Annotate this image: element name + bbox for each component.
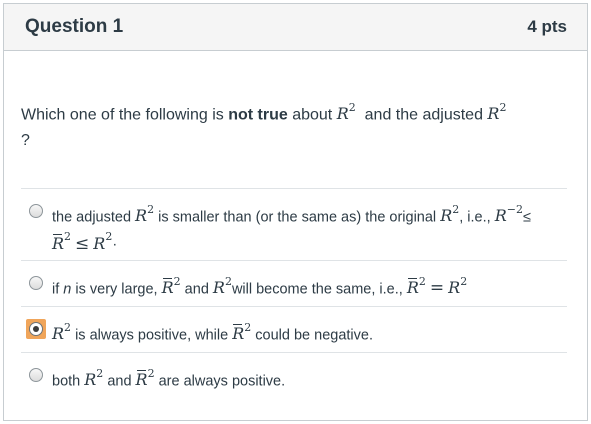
radio-button[interactable] xyxy=(29,204,43,218)
math-r-squared: R2 xyxy=(93,230,113,253)
question-text: Which one of the following is not true a… xyxy=(21,101,507,150)
math-r-squared: R2 xyxy=(487,101,507,124)
math-r-squared: R2 xyxy=(52,321,72,344)
radio-button[interactable] xyxy=(29,276,43,290)
math-r-bar-squared: R2 xyxy=(406,275,426,298)
math-r-neg-two: R−2 xyxy=(494,203,523,226)
answer-list: the adjusted R2 is smaller than (or the … xyxy=(21,188,567,398)
math-r-squared: R2 xyxy=(336,101,356,124)
question-title: Question 1 xyxy=(25,16,124,37)
math-r-squared: R2 xyxy=(440,203,460,226)
question-mark: ? xyxy=(21,132,30,150)
math-r-bar-squared: R2 xyxy=(52,230,72,253)
emphasis-not-true: not true xyxy=(228,106,288,124)
math-r-squared: R2 xyxy=(135,203,155,226)
radio-button[interactable] xyxy=(29,368,43,382)
math-r-squared: R2 xyxy=(212,275,232,298)
math-r-squared: R2 xyxy=(84,367,104,390)
answer-option-2[interactable]: if n is very large, R2 and R2will become… xyxy=(21,260,567,306)
question-header: Question 1 4 pts xyxy=(4,4,587,51)
math-r-bar-squared: R2 xyxy=(135,367,155,390)
answer-option-4[interactable]: both R2 and R2 are always positive. xyxy=(21,352,567,398)
question-points: 4 pts xyxy=(527,17,567,36)
radio-button-selected[interactable] xyxy=(29,322,43,336)
answer-option-1[interactable]: the adjusted R2 is smaller than (or the … xyxy=(21,188,567,260)
math-r-bar-squared: R2 xyxy=(232,321,252,344)
math-r-bar-squared: R2 xyxy=(161,275,181,298)
answer-option-3[interactable]: R2 is always positive, while R2 could be… xyxy=(21,306,567,352)
math-r-squared: R2 xyxy=(448,275,468,298)
